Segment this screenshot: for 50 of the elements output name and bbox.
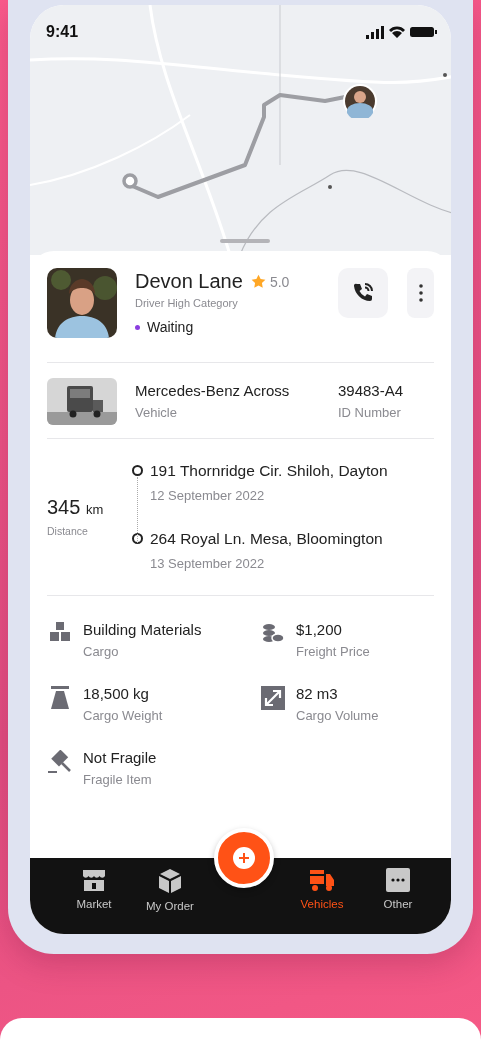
cargo-label: Cargo Weight — [83, 707, 163, 725]
star-icon — [250, 274, 266, 289]
vehicle-model: Mercedes-Benz Across — [135, 380, 291, 401]
plus-icon — [233, 847, 255, 869]
more-vertical-icon — [418, 284, 423, 302]
more-icon — [386, 868, 410, 892]
nav-tab[interactable]: My Order — [132, 858, 208, 918]
nav-tab[interactable]: Vehicles — [284, 858, 360, 916]
cargo-value: Not Fragile — [83, 748, 157, 768]
driver-category: Driver High Category — [135, 297, 239, 309]
cargo-label: Freight Price — [296, 643, 370, 661]
cargo-value: $1,200 — [296, 620, 343, 640]
driver-status: Waiting — [147, 319, 194, 335]
distance-value: 345 km — [47, 495, 105, 519]
wifi-icon — [389, 26, 405, 38]
id-label: ID Number — [338, 403, 402, 422]
cargo-value: Building Materials — [83, 620, 202, 640]
stop-date: 13 September 2022 — [150, 556, 266, 571]
stop-marker — [132, 465, 143, 476]
more-button[interactable] — [407, 268, 434, 318]
store-icon — [81, 868, 107, 892]
cargo-value: 82 m3 — [296, 684, 339, 704]
truck-icon — [309, 868, 335, 892]
status-dot — [135, 324, 140, 330]
cargo-label: Fragile Item — [83, 771, 153, 789]
driver-name: Devon Lane — [135, 270, 243, 293]
vehicle-id: 39483-A4 — [338, 380, 405, 401]
nav-tab[interactable]: Market — [56, 858, 132, 916]
driver-pin[interactable] — [343, 84, 377, 118]
cargo-label: Cargo — [83, 643, 120, 661]
stop-marker — [132, 533, 143, 544]
vehicle-label: Vehicle — [135, 403, 178, 422]
rating: 5.0 — [269, 273, 290, 290]
stop-address: 264 Royal Ln. Mesa, Bloomington — [150, 529, 383, 549]
battery-icon — [410, 27, 437, 37]
distance-label: Distance — [47, 524, 89, 537]
call-button[interactable] — [338, 268, 388, 318]
nav-tab[interactable]: Other — [360, 858, 436, 916]
hammer-icon — [47, 750, 73, 774]
status-time: 9:41 — [46, 23, 79, 41]
stop-address: 191 Thornridge Cir. Shiloh, Dayton — [150, 461, 388, 481]
cargo-value: 18,500 kg — [83, 684, 150, 704]
scale-icon — [50, 686, 70, 710]
cargo-label: Cargo Volume — [296, 707, 379, 725]
drag-handle[interactable] — [220, 239, 270, 243]
box-icon — [158, 868, 182, 894]
blocks-icon — [49, 622, 71, 642]
signal-icon — [366, 25, 384, 39]
resize-icon — [261, 686, 285, 710]
stop-date: 12 September 2022 — [150, 488, 266, 503]
